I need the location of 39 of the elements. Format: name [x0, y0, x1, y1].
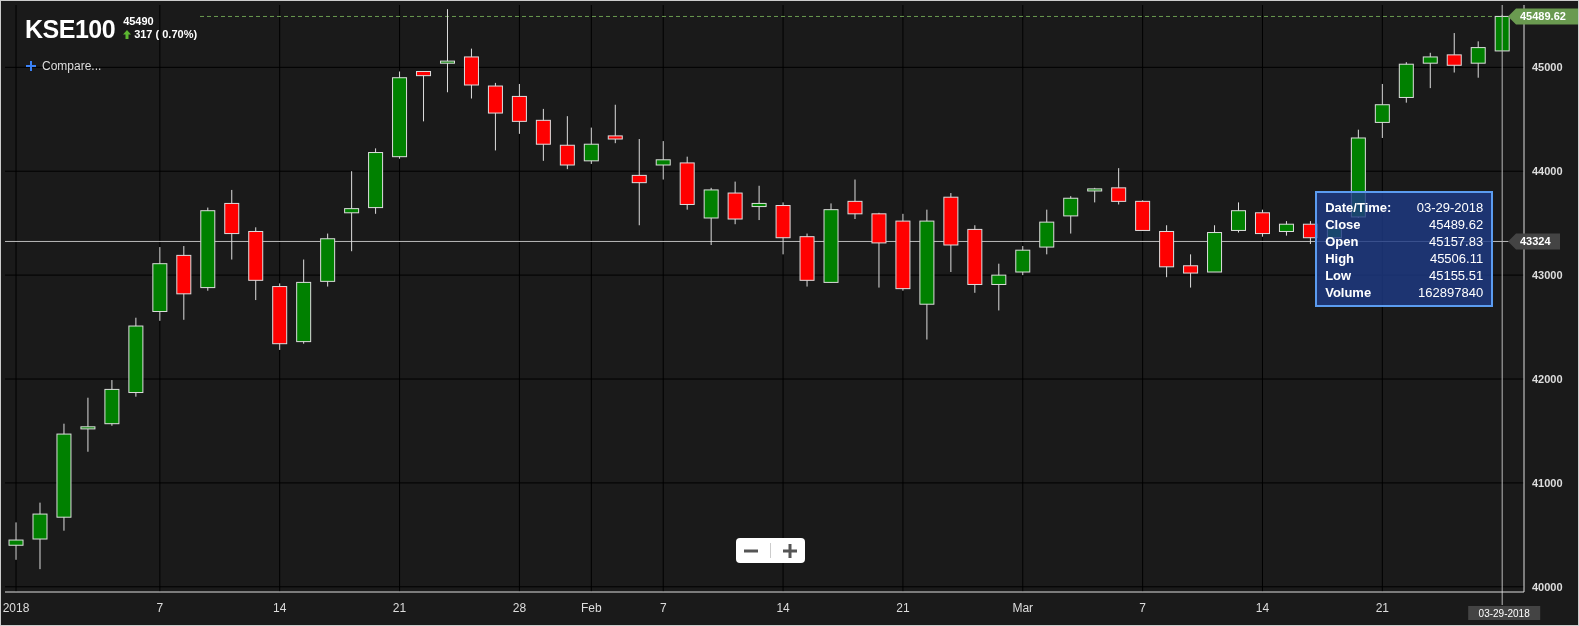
x-axis-label: Feb [580, 601, 602, 615]
tooltip-value: 03-29-2018 [1416, 199, 1484, 216]
x-axis-label: 21 [896, 601, 910, 615]
x-axis-label: 2018 [2, 601, 30, 615]
tooltip-value: 162897840 [1418, 284, 1484, 301]
x-axis-label: 14 [273, 601, 287, 615]
x-axis-label: 7 [1139, 601, 1146, 615]
y-axis-label: 43000 [1532, 269, 1563, 282]
tooltip-label: Close [1325, 216, 1361, 233]
tooltip-label: Date/Time: [1325, 199, 1392, 216]
y-axis-label: 42000 [1532, 373, 1563, 385]
x-axis-label: 7 [156, 601, 164, 615]
tooltip-label: Open [1325, 233, 1359, 250]
symbol-title: KSE100 [25, 14, 116, 44]
tooltip-label: High [1325, 250, 1355, 267]
tooltip-value: 45506.11 [1429, 250, 1484, 267]
x-axis-label: 14 [1255, 601, 1270, 615]
y-axis-label: 40000 [1532, 580, 1563, 593]
tooltip-label: Low [1325, 267, 1352, 284]
x-axis-label: 21 [1375, 601, 1389, 615]
ref-line-label: 43324 [1520, 235, 1552, 248]
tooltip-label: Volume [1325, 284, 1372, 301]
last-price: 45490 [123, 15, 155, 27]
tooltip-value: 45489.62 [1428, 216, 1484, 233]
x-axis-label: 28 [512, 601, 527, 615]
x-axis-label: 7 [659, 601, 667, 615]
ref-line-label: 45489.62 [1520, 10, 1566, 23]
x-axis-label: 21 [392, 601, 407, 615]
tooltip-value: 45155.51 [1428, 267, 1484, 284]
y-axis-label: 41000 [1532, 476, 1563, 489]
y-axis-label: 44000 [1532, 165, 1563, 178]
crosshair-date-tag: 03-29-2018 [1468, 606, 1541, 620]
last-price-tag: 45489.62 [1508, 8, 1578, 25]
tooltip-value: 45157.83 [1428, 233, 1484, 250]
x-axis-label: Mar [1012, 601, 1034, 615]
y-axis-label: 45000 [1532, 61, 1563, 74]
x-axis-label: 14 [776, 601, 790, 615]
crosshair-price-tag: 43324 [1508, 233, 1560, 250]
price-change: 317 ( 0.70%) [134, 28, 198, 40]
